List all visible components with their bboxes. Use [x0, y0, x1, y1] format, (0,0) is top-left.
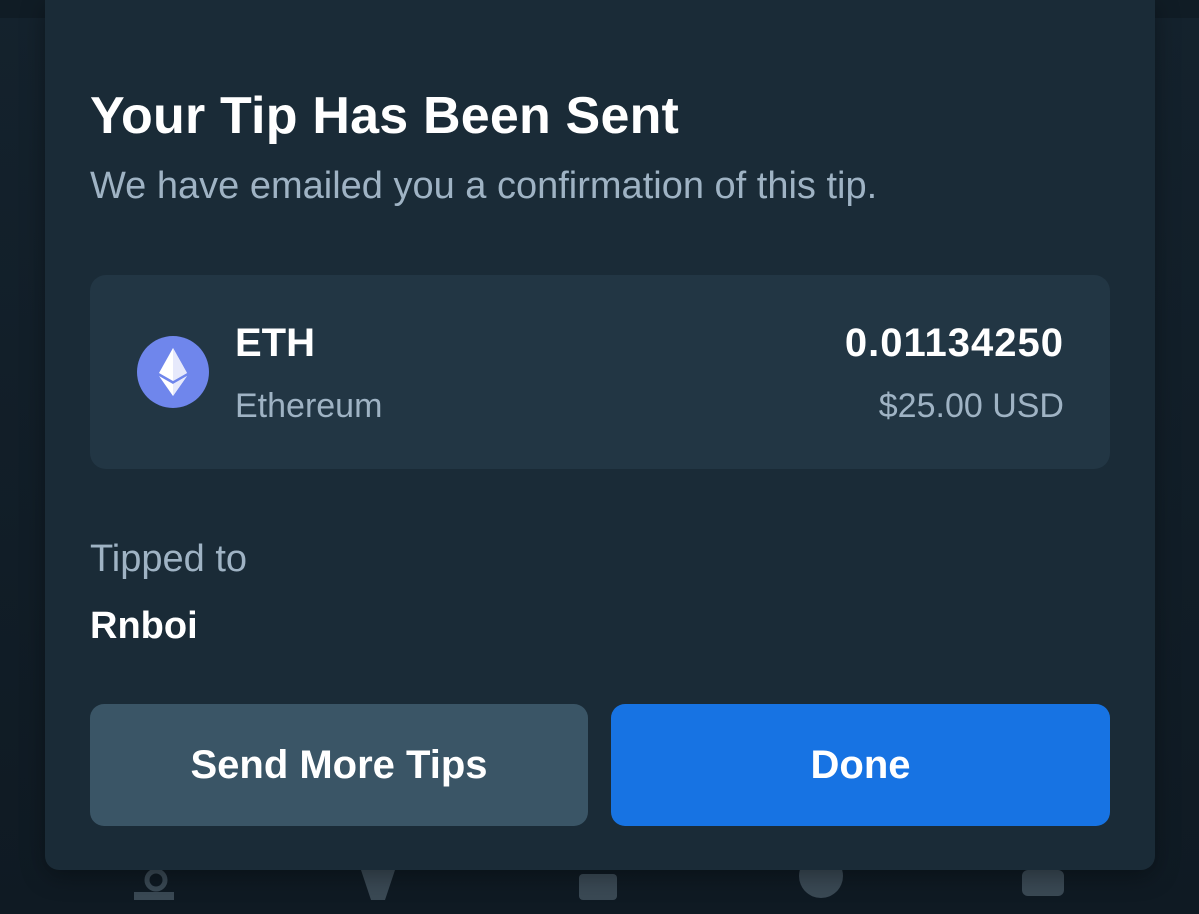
tip-sent-modal: Your Tip Has Been Sent We have emailed y…	[45, 0, 1155, 870]
modal-title: Your Tip Has Been Sent	[90, 87, 680, 145]
list-icon[interactable]	[575, 870, 621, 914]
bottom-nav	[0, 870, 1199, 914]
coin-usd-value: $25.00 USD	[878, 387, 1064, 425]
app-backdrop: Your Tip Has Been Sent We have emailed y…	[0, 0, 1199, 914]
coin-amount: 0.01134250	[844, 321, 1064, 365]
chat-icon[interactable]	[1020, 870, 1066, 914]
coin-symbol: ETH	[235, 321, 315, 365]
search-icon[interactable]	[130, 870, 176, 914]
tipped-to-label: Tipped to	[90, 538, 248, 580]
done-button[interactable]: Done	[611, 704, 1110, 826]
coin-name: Ethereum	[235, 387, 383, 425]
send-more-tips-button[interactable]: Send More Tips	[90, 704, 588, 826]
coin-card: ETH Ethereum 0.01134250 $25.00 USD	[90, 275, 1110, 469]
modal-subtitle: We have emailed you a confirmation of th…	[90, 165, 878, 207]
tag-icon[interactable]	[355, 870, 401, 914]
recipient-username: Rnboi	[90, 605, 198, 647]
ethereum-icon	[137, 336, 209, 408]
basketball-icon[interactable]	[798, 870, 844, 914]
